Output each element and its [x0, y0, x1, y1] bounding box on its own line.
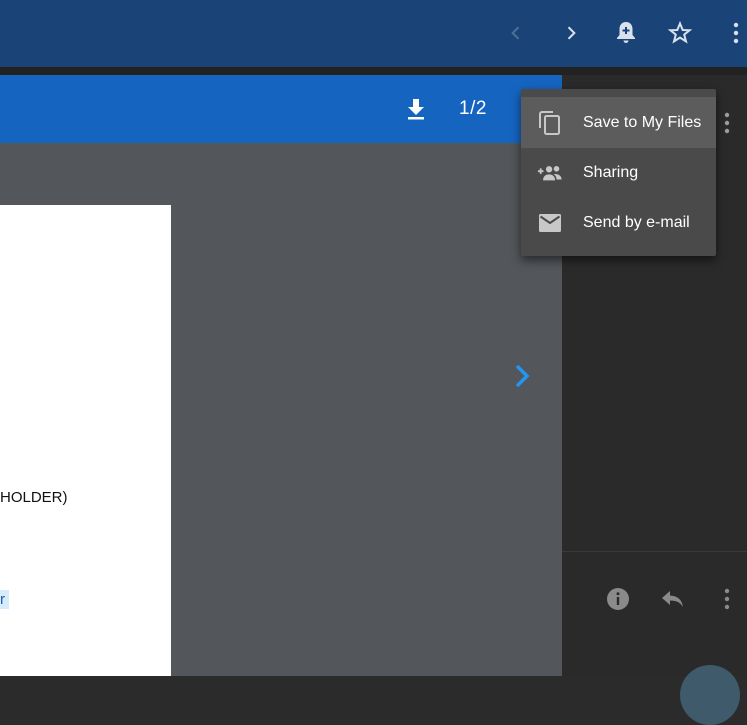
- next-page-chevron-icon[interactable]: [508, 360, 536, 392]
- info-icon[interactable]: [604, 586, 632, 612]
- star-icon[interactable]: [664, 17, 696, 49]
- viewer-toolbar: 1/2: [0, 75, 562, 143]
- copy-icon: [537, 110, 563, 136]
- menu-item-label: Save to My Files: [583, 113, 702, 131]
- back-chevron-icon[interactable]: [500, 17, 532, 49]
- add-people-icon: [537, 160, 563, 186]
- message-more-vertical-icon[interactable]: [712, 586, 742, 612]
- menu-item-save-to-my-files[interactable]: Save to My Files: [521, 97, 716, 148]
- reply-icon[interactable]: [658, 586, 688, 612]
- menu-item-label: Sharing: [583, 163, 639, 181]
- document-highlighted-text[interactable]: r: [0, 590, 9, 609]
- top-bar-shadow: [0, 67, 747, 75]
- mail-icon: [537, 210, 563, 236]
- attachment-options-menu: Save to My Files Sharing Send by e-mail: [521, 89, 716, 256]
- download-icon[interactable]: [402, 95, 430, 123]
- page-counter: 1/2: [459, 98, 487, 119]
- document-text-line: HOLDER): [0, 489, 68, 506]
- menu-item-label: Send by e-mail: [583, 213, 690, 231]
- panel-more-vertical-icon[interactable]: [712, 110, 742, 136]
- add-alert-bell-icon[interactable]: [610, 17, 642, 49]
- menu-item-send-by-email[interactable]: Send by e-mail: [521, 197, 716, 248]
- menu-item-sharing[interactable]: Sharing: [521, 147, 716, 198]
- floating-action-button[interactable]: [680, 665, 740, 725]
- app-top-bar: [0, 0, 747, 67]
- panel-divider: [562, 551, 747, 552]
- document-page: HOLDER) r: [0, 205, 171, 676]
- more-vertical-icon[interactable]: [720, 17, 747, 49]
- forward-chevron-icon[interactable]: [555, 17, 587, 49]
